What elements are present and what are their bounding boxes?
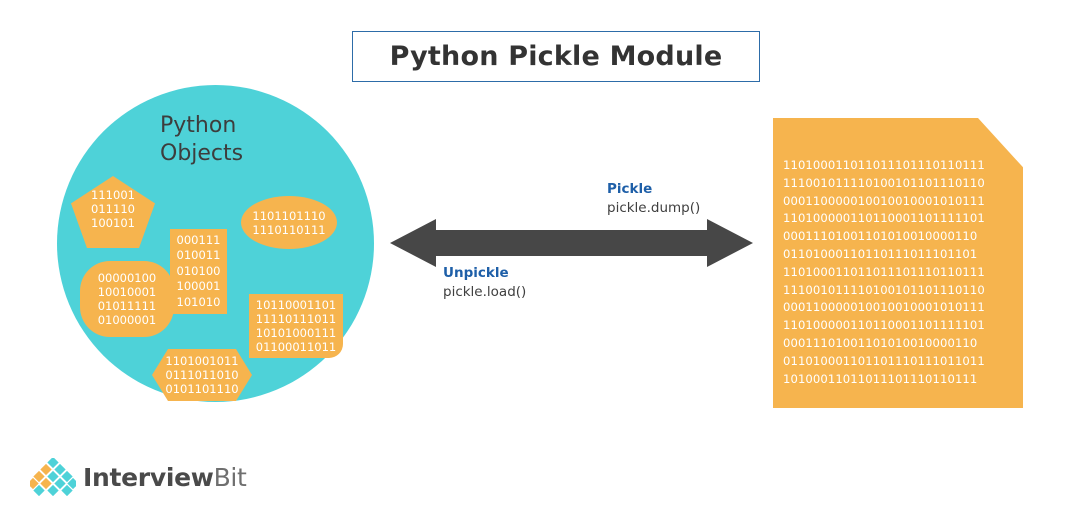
- interviewbit-logo: InterviewBit: [30, 458, 247, 496]
- binary-row: 110100000110110001101111101: [783, 211, 985, 226]
- object-bits-line: 1101001011: [165, 354, 239, 368]
- object-bits-line: 00000100: [97, 271, 157, 285]
- binary-row: 011010001101101110111011011: [783, 353, 985, 368]
- brand-second: Bit: [213, 462, 247, 492]
- object-bits-line: 0111011010: [165, 368, 239, 382]
- python-object-ellipse: 1101101110 1110110111: [241, 196, 337, 249]
- object-bits-line: 01100011011: [255, 340, 337, 354]
- object-bits-line: 100001: [176, 279, 221, 294]
- unpickle-label: Unpickle pickle.load(): [443, 264, 526, 302]
- object-bits-line: 0101101110: [165, 382, 239, 396]
- binary-file-contents: 110100011011011101110110111 1110010111101…: [783, 157, 1021, 388]
- object-bits-line: 1101101110: [252, 208, 326, 223]
- object-bits-line: 101010: [176, 294, 221, 309]
- interviewbit-wordmark: InterviewBit: [83, 463, 247, 492]
- object-bits-line: 011110: [91, 202, 135, 216]
- brand-first: Interview: [83, 462, 214, 492]
- object-bits-line: 111001: [91, 188, 135, 202]
- object-bits-line: 01000001: [97, 313, 157, 327]
- object-bits-line: 010100: [176, 263, 221, 278]
- binary-row: 110100011011011101110110111: [783, 264, 985, 279]
- binary-row: 111001011110100101101110110: [783, 282, 985, 297]
- object-bits-line: 100101: [91, 216, 135, 230]
- pickle-label: Pickle pickle.dump(): [607, 180, 700, 218]
- object-bits-line: 01011111: [97, 299, 157, 313]
- unpickle-code: pickle.load(): [443, 284, 527, 300]
- binary-row: 111001011110100101101110110: [783, 175, 985, 190]
- binary-row: 01101000110110111011101101: [783, 246, 978, 261]
- binary-row: 000110000010010010001010111: [783, 300, 985, 315]
- python-objects-heading: Python Objects: [160, 113, 244, 166]
- binary-row: 110100011011011101110110111: [783, 158, 985, 172]
- page-title-box: Python Pickle Module: [352, 31, 760, 82]
- object-bits-line: 000111: [176, 232, 221, 247]
- binary-row: 00011101001101010010000110: [783, 229, 978, 244]
- unpickle-keyword: Unpickle: [443, 265, 509, 281]
- object-bits-line: 11110111011: [255, 312, 337, 326]
- python-object-hexagon: 1101001011 0111011010 0101101110: [152, 349, 252, 401]
- pickle-keyword: Pickle: [607, 181, 653, 197]
- object-bits-line: 010011: [176, 248, 221, 263]
- binary-row: 00011101001101010010000110: [783, 335, 978, 350]
- python-object-block: 10110001101 11110111011 10101000111 0110…: [249, 294, 343, 358]
- binary-row: 000110000010010010001010111: [783, 193, 985, 208]
- python-object-rectangle: 000111 010011 010100 100001 101010: [170, 229, 227, 314]
- object-bits-line: 1110110111: [252, 222, 326, 237]
- double-headed-arrow-icon: [390, 219, 753, 267]
- binary-row: 10100011011011101110110111: [783, 371, 978, 386]
- object-bits-line: 10110001101: [255, 298, 337, 312]
- page-title: Python Pickle Module: [389, 41, 723, 72]
- object-bits-line: 10010001: [97, 285, 157, 299]
- interviewbit-logo-mark: [30, 458, 76, 496]
- binary-row: 110100000110110001101111101: [783, 318, 985, 333]
- python-object-rounded: 00000100 10010001 01011111 01000001: [80, 261, 174, 337]
- pickle-code: pickle.dump(): [607, 200, 701, 216]
- object-bits-line: 10101000111: [255, 326, 337, 340]
